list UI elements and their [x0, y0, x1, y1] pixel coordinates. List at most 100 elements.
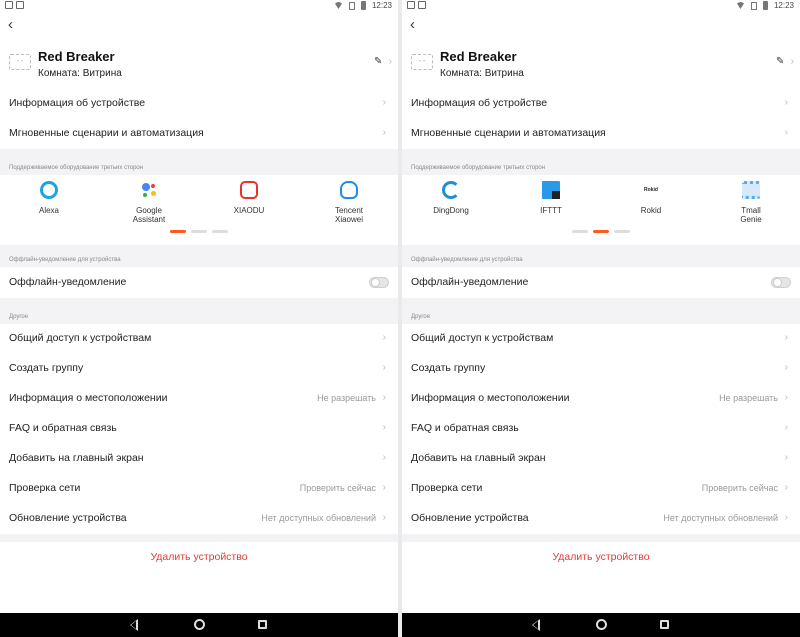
- spacer: [402, 534, 800, 542]
- offline-toggle[interactable]: [369, 277, 389, 288]
- chevron-right-icon: ›: [382, 422, 386, 433]
- row-label: Оффлайн-уведомление: [9, 276, 127, 288]
- chevron-right-icon: ›: [784, 332, 788, 343]
- scenes-row[interactable]: Мгновенные сценарии и автоматизация ›: [0, 119, 398, 149]
- edit-icon[interactable]: ✎: [374, 57, 384, 67]
- chevron-right-icon: ›: [784, 127, 788, 138]
- scenes-row[interactable]: Мгновенные сценарии и автоматизация ›: [402, 119, 800, 149]
- pager-dot[interactable]: [212, 230, 228, 233]
- chevron-right-icon: ›: [382, 392, 386, 403]
- add-home-screen-row[interactable]: Добавить на главный экран ›: [402, 444, 800, 474]
- third-party-item[interactable]: Rokid Rokid: [611, 181, 691, 215]
- row-label: Информация об устройстве: [411, 97, 548, 109]
- device-header[interactable]: - - Red Breaker Комната: Витрина ✎ ›: [402, 44, 800, 86]
- share-devices-row[interactable]: Общий доступ к устройствам ›: [402, 324, 800, 354]
- carousel-pager: [0, 230, 398, 234]
- device-update-row[interactable]: Обновление устройства Нет доступных обно…: [402, 504, 800, 534]
- third-party-item[interactable]: IFTTT: [511, 181, 591, 215]
- alexa-icon: [40, 181, 58, 199]
- dingdong-icon: [442, 181, 460, 199]
- tp-label: Alexa: [38, 206, 59, 215]
- pager-dot[interactable]: [572, 230, 588, 233]
- third-party-item[interactable]: DingDong: [411, 181, 491, 215]
- device-update-row[interactable]: Обновление устройства Нет доступных обно…: [0, 504, 398, 534]
- section-caption: Другое: [9, 314, 29, 320]
- nav-home-icon[interactable]: [194, 619, 205, 630]
- nav-back-icon[interactable]: [130, 619, 138, 631]
- third-party-item[interactable]: Alexa: [9, 181, 89, 215]
- add-home-screen-row[interactable]: Добавить на главный экран ›: [0, 444, 398, 474]
- pager-dot[interactable]: [593, 230, 609, 233]
- row-label: Общий доступ к устройствам: [9, 332, 152, 344]
- section-caption: Поддерживаемое оборудование третьих стор…: [411, 165, 546, 171]
- nav-home-icon[interactable]: [596, 619, 607, 630]
- pager-dot[interactable]: [614, 230, 630, 233]
- location-info-row[interactable]: Информация о местоположении Не разрешать…: [0, 384, 398, 414]
- third-party-carousel[interactable]: Alexa Google Assistant XIAODU Tencent Xi…: [0, 175, 398, 245]
- third-party-item[interactable]: Tmall Genie: [711, 181, 791, 224]
- section-caption: Другое: [411, 314, 431, 320]
- third-party-section-header: Поддерживаемое оборудование третьих стор…: [402, 149, 800, 175]
- device-info-row[interactable]: Информация об устройстве ›: [0, 89, 398, 119]
- device-info-row[interactable]: Информация об устройстве ›: [402, 89, 800, 119]
- network-check-row[interactable]: Проверка сети Проверить сейчас ›: [0, 474, 398, 504]
- chevron-right-icon: ›: [382, 452, 386, 463]
- nav-recents-icon[interactable]: [660, 620, 669, 629]
- row-label: Общий доступ к устройствам: [411, 332, 554, 344]
- third-party-item[interactable]: Google Assistant: [109, 181, 189, 224]
- chevron-right-icon: ›: [784, 512, 788, 523]
- row-label: FAQ и обратная связь: [9, 422, 117, 434]
- create-group-row[interactable]: Создать группу ›: [402, 354, 800, 384]
- chevron-right-icon: ›: [382, 127, 386, 138]
- faq-row[interactable]: FAQ и обратная связь ›: [0, 414, 398, 444]
- section-caption: Поддерживаемое оборудование третьих стор…: [9, 165, 144, 171]
- row-label: Проверка сети: [9, 482, 81, 494]
- tp-label: Tmall Genie: [740, 206, 762, 224]
- device-header[interactable]: - - Red Breaker Комната: Витрина ✎ ›: [0, 44, 398, 86]
- row-label: Информация о местоположении: [411, 392, 570, 404]
- chevron-right-icon: ›: [382, 332, 386, 343]
- delete-device-button[interactable]: Удалить устройство: [0, 543, 398, 571]
- battery-icon: [762, 1, 768, 10]
- delete-device-button[interactable]: Удалить устройство: [402, 543, 800, 571]
- faq-row[interactable]: FAQ и обратная связь ›: [402, 414, 800, 444]
- nav-back-icon[interactable]: [532, 619, 540, 631]
- nav-recents-icon[interactable]: [258, 620, 267, 629]
- device-name: Red Breaker: [440, 49, 517, 64]
- device-name: Red Breaker: [38, 49, 115, 64]
- tmall-genie-icon: [742, 181, 760, 199]
- offline-section-header: Оффлайн-уведомление для устройства: [402, 245, 800, 267]
- row-label: Информация об устройстве: [9, 97, 146, 109]
- row-label: Мгновенные сценарии и автоматизация: [411, 127, 606, 139]
- pager-dot[interactable]: [170, 230, 186, 233]
- status-time: 12:23: [371, 1, 392, 10]
- chevron-right-icon: ›: [784, 362, 788, 373]
- chevron-right-icon: ›: [784, 392, 788, 403]
- back-icon[interactable]: ‹: [410, 17, 424, 33]
- row-label: Оффлайн-уведомление: [411, 276, 529, 288]
- create-group-row[interactable]: Создать группу ›: [0, 354, 398, 384]
- offline-toggle[interactable]: [771, 277, 791, 288]
- offline-section-header: Оффлайн-уведомление для устройства: [0, 245, 398, 267]
- notification-icon: [16, 1, 24, 9]
- third-party-carousel[interactable]: DingDong IFTTT Rokid Rokid Tmall Genie: [402, 175, 800, 245]
- edit-icon[interactable]: ✎: [776, 57, 786, 67]
- row-label: Обновление устройства: [9, 512, 127, 524]
- location-info-row[interactable]: Информация о местоположении Не разрешать…: [402, 384, 800, 414]
- notification-icon: [407, 1, 415, 9]
- row-value: Не разрешать: [719, 393, 778, 403]
- notification-icon: [418, 1, 426, 9]
- screen-right: 12:23 ‹ - - Red Breaker Комната: Витрина…: [402, 0, 800, 637]
- ifttt-icon: [542, 181, 560, 199]
- row-value: Нет доступных обновлений: [261, 513, 376, 523]
- share-devices-row[interactable]: Общий доступ к устройствам ›: [0, 324, 398, 354]
- tp-label: Tencent Xiaowei: [334, 206, 364, 224]
- back-icon[interactable]: ‹: [8, 17, 22, 33]
- third-party-item[interactable]: XIAODU: [209, 181, 289, 215]
- pager-dot[interactable]: [191, 230, 207, 233]
- notification-icon: [5, 1, 13, 9]
- battery-icon: [360, 1, 366, 10]
- row-label: Добавить на главный экран: [9, 452, 144, 464]
- third-party-item[interactable]: Tencent Xiaowei: [309, 181, 389, 224]
- network-check-row[interactable]: Проверка сети Проверить сейчас ›: [402, 474, 800, 504]
